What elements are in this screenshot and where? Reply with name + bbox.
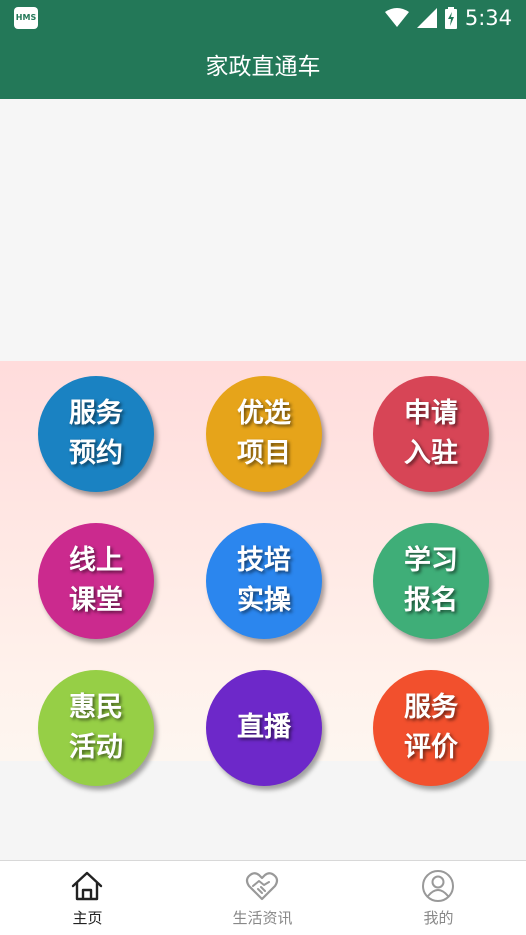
tile-service-review[interactable]: 服务 评价 [373, 670, 489, 786]
tile-live-stream[interactable]: 直播 [206, 670, 322, 786]
tile-selected-projects[interactable]: 优选 项目 [206, 376, 322, 492]
tile-service-booking[interactable]: 服务 预约 [38, 376, 154, 492]
status-bar: HMS 5:34 [0, 0, 526, 36]
tile-public-activities[interactable]: 惠民 活动 [38, 670, 154, 786]
nav-item-life-info[interactable]: 生活资讯 [175, 861, 350, 935]
nav-item-home[interactable]: 主页 [0, 861, 175, 935]
nav-label-life-info: 生活资讯 [232, 909, 293, 927]
heart-handshake-icon [245, 872, 279, 901]
banner-area[interactable] [0, 99, 526, 361]
signal-icon [416, 8, 437, 28]
app-bar: 家政直通车 [0, 36, 526, 99]
nav-label-mine: 我的 [423, 909, 454, 927]
battery-charging-icon [444, 7, 457, 29]
wifi-icon [384, 8, 409, 27]
person-icon [422, 870, 454, 902]
status-icons: 5:34 [384, 4, 512, 32]
tile-apply-join[interactable]: 申请 入驻 [373, 376, 489, 492]
tile-skill-training[interactable]: 技培 实操 [206, 523, 322, 639]
bottom-navigation: 主页 生活资讯 我的 [0, 860, 526, 935]
home-icon [71, 871, 103, 901]
status-time: 5:34 [464, 6, 512, 30]
tile-study-signup[interactable]: 学习 报名 [373, 523, 489, 639]
hms-badge-icon: HMS [14, 7, 38, 29]
nav-item-mine[interactable]: 我的 [351, 861, 526, 935]
nav-label-home: 主页 [72, 909, 103, 927]
tile-online-class[interactable]: 线上 课堂 [38, 523, 154, 639]
page-title: 家政直通车 [205, 54, 321, 80]
